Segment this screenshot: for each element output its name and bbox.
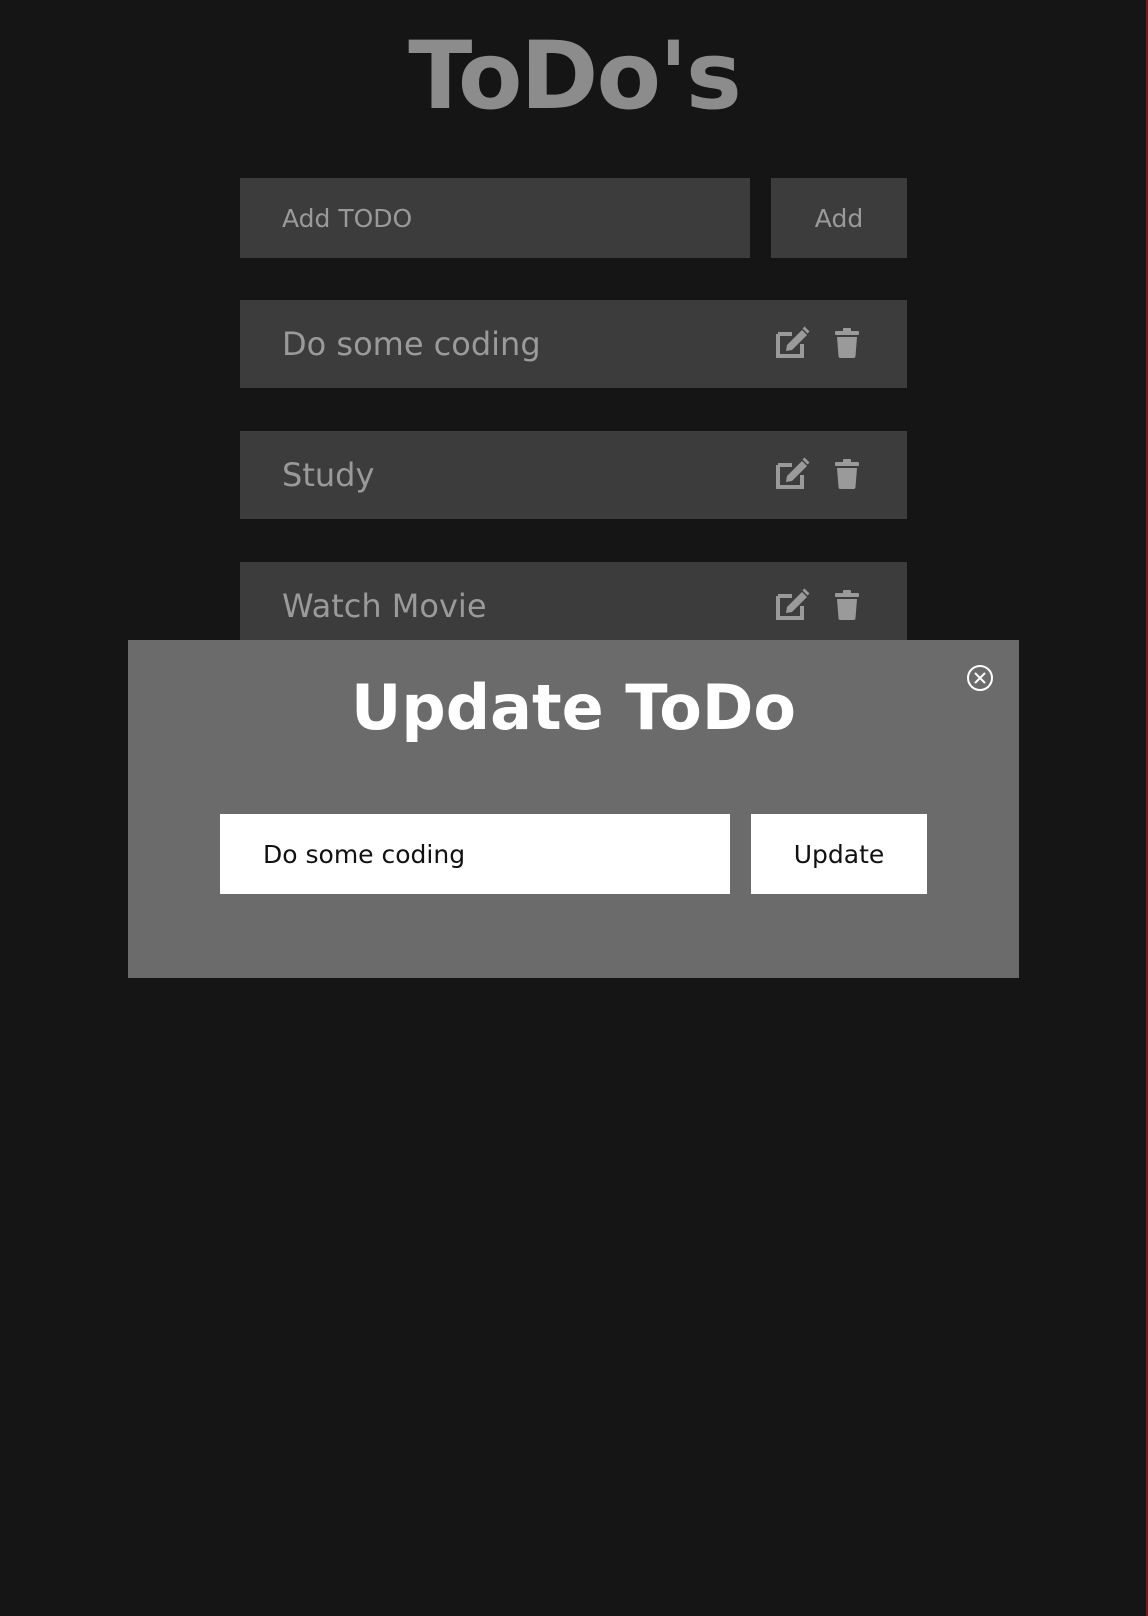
add-todo-form: Add [240,178,907,258]
modal-title: Update ToDo [351,671,796,744]
edit-icon[interactable] [774,457,810,491]
update-todo-input[interactable] [220,814,730,894]
todo-text: Do some coding [282,325,541,363]
todo-item: Watch Movie [240,562,907,650]
todo-item: Study [240,431,907,519]
add-todo-input[interactable] [240,178,750,258]
update-button[interactable]: Update [751,814,927,894]
todo-list: Do some coding Study Watch Movie [240,300,907,693]
add-button[interactable]: Add [771,178,907,258]
trash-icon[interactable] [835,328,859,358]
edit-icon[interactable] [774,326,810,360]
page-title: ToDo's [408,22,742,131]
todo-text: Study [282,456,375,494]
edit-icon[interactable] [774,588,810,622]
update-todo-modal: Update ToDo Update [128,640,1019,978]
trash-icon[interactable] [835,590,859,620]
trash-icon[interactable] [835,459,859,489]
todo-item: Do some coding [240,300,907,388]
todo-text: Watch Movie [282,587,487,625]
